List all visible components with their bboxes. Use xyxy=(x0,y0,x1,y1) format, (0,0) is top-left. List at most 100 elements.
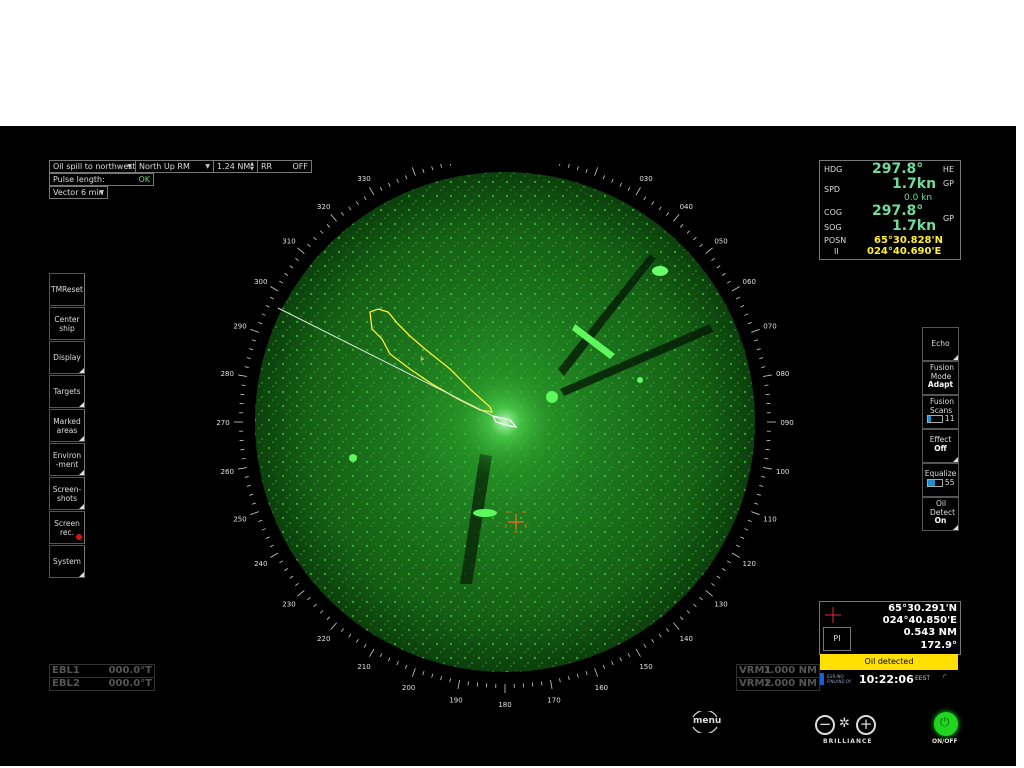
bearing-tick xyxy=(388,657,391,662)
bearing-tick xyxy=(762,374,772,377)
bearing-tick xyxy=(269,544,274,548)
bearing-tick xyxy=(284,568,289,572)
bearing-label: 030 xyxy=(639,175,652,183)
bearing-tick xyxy=(355,201,359,206)
bearing-tick xyxy=(270,552,279,558)
dropdown-arrow-icon: ▼ xyxy=(99,189,104,196)
fusion-scans-fill xyxy=(927,416,932,422)
bearing-tick xyxy=(736,544,741,548)
pulse-length-field: Pulse length: OK xyxy=(49,173,154,186)
bearing-tick xyxy=(611,178,614,183)
menu-tm-reset[interactable]: TMReset xyxy=(49,273,85,306)
target-echo xyxy=(637,377,643,383)
bearing-tick xyxy=(431,166,434,171)
ebl2-field[interactable]: EBL2 000.0°T xyxy=(49,677,155,691)
submenu-corner-icon xyxy=(79,504,84,509)
menu-hardware-button[interactable]: menu xyxy=(690,709,721,735)
target-echo xyxy=(546,391,558,403)
menu-system[interactable]: System xyxy=(49,545,85,578)
alert-text: Oil detected xyxy=(864,657,914,666)
bearing-tick xyxy=(747,519,752,523)
bearing-tick xyxy=(249,348,254,351)
menu-marked-areas[interactable]: Marked areas xyxy=(49,409,85,442)
bearing-tick xyxy=(576,673,579,678)
bearing-tick xyxy=(330,214,337,222)
menu-display[interactable]: Display xyxy=(49,341,85,374)
oil-detected-alert[interactable]: Oil detected xyxy=(820,654,958,670)
bearing-tick xyxy=(754,339,759,342)
bearing-tick xyxy=(705,247,713,254)
submenu-corner-icon xyxy=(79,368,84,373)
oil-detect-button[interactable]: Oil Detect On xyxy=(922,497,959,531)
ebl1-value: 000.0°T xyxy=(108,665,152,676)
posn-label: POSN xyxy=(824,236,847,245)
bearing-tick xyxy=(340,628,345,632)
radar-ppi[interactable]: 0000100200300400500600700800901001101201… xyxy=(210,164,800,724)
bearing-tick xyxy=(602,664,606,669)
bearing-tick xyxy=(313,603,317,608)
bearing-tick xyxy=(541,681,543,686)
effect-button[interactable]: Effect Off xyxy=(922,429,959,463)
bearing-tick xyxy=(348,633,352,638)
bearing-label: 320 xyxy=(317,203,330,211)
bearing-tick xyxy=(711,257,715,262)
bearing-tick xyxy=(699,243,703,247)
submenu-corner-icon xyxy=(79,470,84,475)
menu-label: System xyxy=(53,557,81,566)
clock-indicator-icon: ◜ xyxy=(943,673,947,683)
dropdown-arrow-icon: ▼ xyxy=(127,163,132,170)
bearing-label: 120 xyxy=(743,560,756,568)
menu-center-ship[interactable]: Center ship xyxy=(49,307,85,340)
bearing-tick xyxy=(330,622,337,630)
vrm1-field[interactable]: VRM1 1.000 NM xyxy=(736,664,820,678)
vrm2-field[interactable]: VRM2 1.000 NM xyxy=(736,677,820,691)
fusion-mode-button[interactable]: Fusion Mode Adapt xyxy=(922,361,959,395)
bearing-label: 060 xyxy=(743,278,756,286)
cog-value: 297.8° xyxy=(872,203,924,219)
menu-screen-rec[interactable]: Screen rec. xyxy=(49,511,85,544)
bearing-tick xyxy=(289,575,294,579)
submenu-corner-icon xyxy=(953,525,958,530)
bearing-label: 310 xyxy=(282,238,295,246)
ebl1-field[interactable]: EBL1 000.0°T xyxy=(49,664,155,678)
bearing-tick xyxy=(411,167,416,176)
onoff-label: ON/OFF xyxy=(932,738,958,745)
menu-environment[interactable]: Environ-ment xyxy=(49,443,85,476)
menu-screenshots[interactable]: Screen-shots xyxy=(49,477,85,510)
record-dot-icon xyxy=(76,534,82,540)
bearing-tick xyxy=(627,653,631,658)
bearing-tick xyxy=(251,502,256,505)
vector-select[interactable]: Vector 6 min ▼ xyxy=(49,186,108,199)
menu-targets[interactable]: Targets xyxy=(49,375,85,408)
spd-label: SPD xyxy=(824,185,841,194)
menu-label: Screen-shots xyxy=(52,484,82,503)
menu-label: Marked areas xyxy=(53,416,81,435)
pi-button[interactable]: PI xyxy=(823,627,851,651)
pulse-label: Pulse length: xyxy=(53,175,105,184)
bearing-tick xyxy=(319,610,324,614)
echo-button[interactable]: Echo xyxy=(922,327,959,361)
sog-label: SOG xyxy=(824,223,842,232)
scenario-select[interactable]: Oil spill to northwest ▼ xyxy=(49,160,136,173)
bearing-label: 130 xyxy=(714,600,727,608)
vector-label: Vector 6 min xyxy=(53,188,104,197)
bearing-tick xyxy=(658,206,662,211)
bearing-tick xyxy=(261,528,266,531)
orientation-select[interactable]: North Up RM ▼ xyxy=(135,160,214,173)
oil-detect-label: Oil Detect xyxy=(930,499,956,517)
bearing-tick xyxy=(705,590,713,597)
bearing-tick xyxy=(279,560,284,564)
brilliance-decrease-button[interactable]: − xyxy=(815,715,835,735)
brilliance-increase-button[interactable]: + xyxy=(856,715,876,735)
bearing-tick xyxy=(313,236,317,241)
hdg-value: 297.8° xyxy=(872,161,924,177)
radar-screen: Oil spill to northwest ▼ North Up RM ▼ 1… xyxy=(0,126,1016,766)
equalize-button[interactable]: Equalize 55 xyxy=(922,463,959,497)
bearing-tick xyxy=(716,265,721,269)
fusion-scans-button[interactable]: Fusion Scans 11 xyxy=(922,395,959,429)
own-longitude: 024°40.690'E xyxy=(867,246,942,257)
bearing-tick xyxy=(759,484,764,487)
submenu-corner-icon xyxy=(79,572,84,577)
menu-label: Center ship xyxy=(54,314,80,333)
cursor-range: 0.543 NM xyxy=(903,627,957,638)
